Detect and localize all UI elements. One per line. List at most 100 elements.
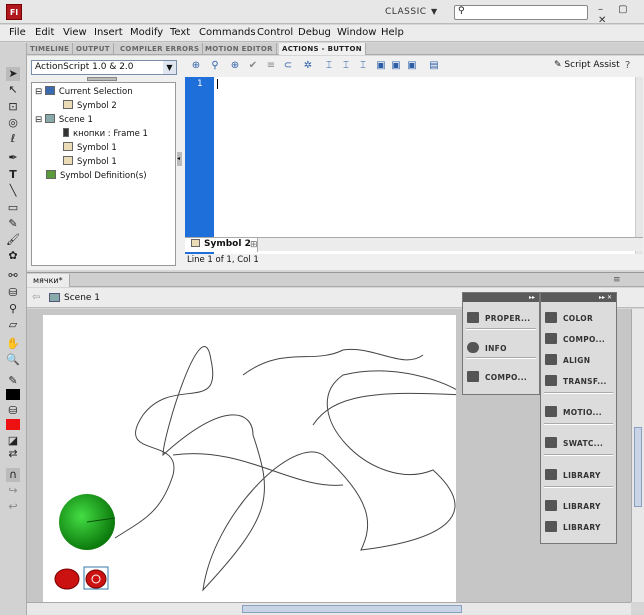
tab-compiler-errors[interactable]: COMPILER ERRORS [117,43,204,55]
black-white-icon[interactable]: ◪ [6,434,20,448]
stroke-color-icon[interactable]: ✎ [6,374,20,388]
red-button-2[interactable] [85,569,107,589]
menu-insert[interactable]: Insert [94,27,123,38]
chevron-down-icon[interactable]: ▼ [163,61,176,74]
menu-modify[interactable]: Modify [130,27,163,38]
find-icon[interactable]: ⚲ [209,60,221,72]
tree-item-symbol-1a[interactable]: Symbol 1 [63,142,117,153]
library-panel-button-3[interactable]: LIBRARY [545,521,601,532]
language-select[interactable]: ActionScript 1.0 & 2.0 ▼ [31,60,177,75]
collapse-icon[interactable]: ⊟ [35,87,45,97]
code-hint-icon[interactable]: ⊂ [282,60,294,72]
dock-expand-icon[interactable]: ▸▸ [463,293,539,302]
menu-control[interactable]: Control [257,27,293,38]
expand-all-icon[interactable]: ⌶ [357,60,369,72]
selection-tool-icon[interactable]: ➤ [6,67,20,81]
panel-menu-icon[interactable]: ≡ [613,275,621,285]
insert-target-path-icon[interactable]: ⊕ [229,60,241,72]
show-toolbox-icon[interactable]: ▤ [428,60,440,72]
tree-item-current-selection[interactable]: ⊟ Current Selection [35,86,133,97]
collapse-icon[interactable]: ⊟ [35,115,45,125]
collapse-arrow-icon[interactable]: ◂ [177,152,182,166]
editor-scrollbar[interactable] [635,77,643,254]
workspace-switcher[interactable]: CLASSIC [385,7,427,17]
menu-help[interactable]: Help [381,27,404,38]
tree-item-frame[interactable]: кнопки : Frame 1 [63,128,148,139]
chevron-down-icon[interactable]: ▼ [431,7,437,16]
horizontal-scrollbar[interactable] [27,602,631,615]
add-action-icon[interactable]: ⊕ [190,60,202,72]
eyedropper-icon[interactable]: ⚲ [6,302,20,316]
tree-item-symbol-definitions[interactable]: Symbol Definition(s) [46,170,147,181]
swap-colors-icon[interactable]: ⇄ [6,447,20,461]
snap-to-objects-icon[interactable]: ∩ [6,468,20,482]
auto-format-icon[interactable]: ≡ [265,60,277,72]
tab-motion-editor[interactable]: MOTION EDITOR [202,43,277,55]
menu-window[interactable]: Window [337,27,376,38]
window-controls[interactable]: – ▢ ✕ [598,4,642,26]
tab-actions-button[interactable]: ACTIONS - BUTTON [279,43,366,55]
line-tool-icon[interactable]: ╲ [6,184,20,198]
stroke-color-swatch[interactable] [6,389,20,400]
vertical-scroll-thumb[interactable] [634,427,642,507]
eraser-icon[interactable]: ▱ [6,318,20,332]
swatches-panel-button[interactable]: SWATC... [545,437,603,448]
document-tab[interactable]: мячки* [27,274,70,287]
menu-edit[interactable]: Edit [35,27,54,38]
menu-commands[interactable]: Commands [199,27,256,38]
red-button-1[interactable] [54,568,80,590]
vertical-scrollbar[interactable] [631,309,644,602]
back-arrow-icon[interactable]: ⇦ [32,292,40,303]
free-transform-icon[interactable]: ⊡ [6,100,20,114]
pin-script-icon[interactable]: ⊞ [250,240,258,250]
fill-color-swatch[interactable] [6,419,20,430]
debug-options-icon[interactable]: ✲ [302,60,314,72]
motion-presets-button[interactable]: MOTIO... [545,406,602,417]
apply-line-comment-icon[interactable]: ▣ [390,60,402,72]
remove-comment-icon[interactable]: ▣ [406,60,418,72]
smooth-icon[interactable]: ↪ [6,484,20,498]
brush-tool-icon[interactable]: 🖌 [6,233,20,247]
menu-debug[interactable]: Debug [298,27,331,38]
transform-panel-button[interactable]: TRANSF... [545,375,607,386]
color-panel-button[interactable]: COLOR [545,312,593,323]
zoom-tool-icon[interactable]: 🔍 [6,353,20,367]
tab-timeline[interactable]: TIMELINE [27,43,74,55]
apply-block-comment-icon[interactable]: ▣ [375,60,387,72]
dock-collapse-icon[interactable]: ▸▸ ✕ [541,293,616,302]
tree-item-symbol-1b[interactable]: Symbol 1 [63,156,117,167]
collapse-selection-icon[interactable]: ⌶ [340,60,352,72]
library-panel-button-2[interactable]: LIBRARY [545,500,601,511]
menu-file[interactable]: File [9,27,26,38]
subselection-tool-icon[interactable]: ↖ [6,83,20,97]
hand-tool-icon[interactable]: ✋ [6,337,20,351]
search-input[interactable]: ⚲ [454,5,588,20]
info-panel-button[interactable]: INFO [467,342,507,353]
horizontal-scroll-thumb[interactable] [242,605,462,613]
rectangle-tool-icon[interactable]: ▭ [6,201,20,215]
components-panel-button[interactable]: COMPO... [467,371,527,382]
menu-view[interactable]: View [63,27,87,38]
script-assist-button[interactable]: ✎ Script Assist [554,60,620,70]
check-syntax-icon[interactable]: ✔ [247,60,259,72]
tree-item-scene-1[interactable]: ⊟ Scene 1 [35,114,93,125]
components-panel-button-2[interactable]: COMPO... [545,333,605,344]
fill-color-icon[interactable]: ⛁ [6,404,20,418]
splitter-handle[interactable] [87,77,117,81]
3d-rotation-icon[interactable]: ◎ [6,116,20,130]
tree-item-symbol-2[interactable]: Symbol 2 [63,100,117,111]
straighten-icon[interactable]: ↩ [6,500,20,514]
tab-output[interactable]: OUTPUT [73,43,114,55]
properties-panel-button[interactable]: PROPER... [467,312,530,323]
text-tool-icon[interactable]: T [6,168,20,182]
bone-tool-icon[interactable]: ⚯ [6,269,20,283]
help-icon[interactable]: ? [625,60,630,71]
pencil-tool-icon[interactable]: ✎ [6,217,20,231]
lasso-icon[interactable]: ℓ [6,132,20,146]
script-editor[interactable] [214,77,635,254]
library-panel-button-1[interactable]: LIBRARY [545,469,601,480]
stage[interactable] [43,315,464,605]
menu-text[interactable]: Text [170,27,190,38]
paint-bucket-icon[interactable]: ⛁ [6,286,20,300]
deco-tool-icon[interactable]: ✿ [6,249,20,263]
